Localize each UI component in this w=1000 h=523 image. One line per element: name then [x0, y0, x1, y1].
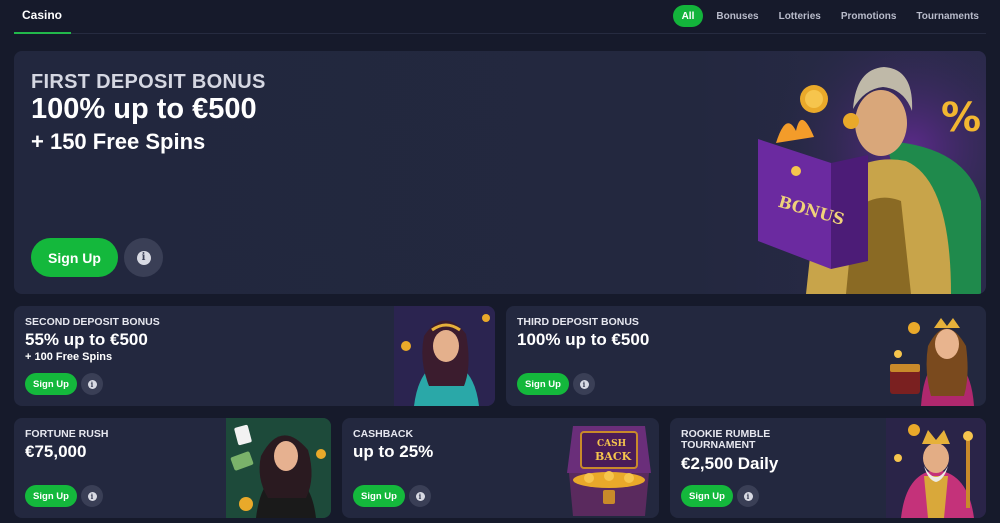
- treasure-chest-illustration: CASH BACK: [567, 426, 651, 516]
- king-illustration: [886, 418, 986, 518]
- fortune-rush-card[interactable]: FORTUNE RUSH €75,000 Sign Up i: [14, 418, 331, 518]
- info-icon: i: [87, 379, 97, 389]
- filter-tabs: All Bonuses Lotteries Promotions Tournam…: [672, 5, 986, 27]
- signup-button[interactable]: Sign Up: [681, 485, 733, 507]
- promo-eyebrow: SECOND DEPOSIT BONUS: [25, 316, 160, 328]
- promo-headline: 100% up to €500: [31, 93, 257, 125]
- tab-lotteries[interactable]: Lotteries: [772, 5, 828, 27]
- sorceress-illustration: [394, 306, 495, 406]
- promo-subline: + 150 Free Spins: [31, 129, 206, 154]
- casino-tab-label: Casino: [22, 8, 63, 22]
- tab-bonuses[interactable]: Bonuses: [709, 5, 765, 27]
- promo-eyebrow: CASHBACK: [353, 428, 414, 440]
- promo-eyebrow: FIRST DEPOSIT BONUS: [31, 71, 266, 93]
- promo-headline: up to 25%: [353, 442, 434, 461]
- tab-all[interactable]: All: [672, 5, 704, 27]
- promo-eyebrow: FORTUNE RUSH: [25, 428, 109, 440]
- casino-tab[interactable]: Casino: [14, 0, 71, 34]
- info-button[interactable]: i: [81, 485, 103, 507]
- cashback-card[interactable]: CASHBACK up to 25% Sign Up i CASH BACK: [342, 418, 659, 518]
- tab-tournaments[interactable]: Tournaments: [909, 5, 986, 27]
- warrior-with-bonus-book-illustration: BONUS %: [736, 51, 986, 294]
- signup-button[interactable]: Sign Up: [25, 485, 77, 507]
- promo-headline: 100% up to €500: [517, 330, 650, 349]
- info-icon: i: [87, 491, 97, 501]
- woman-with-cards-illustration: [226, 418, 331, 518]
- percent-symbol: %: [941, 95, 981, 141]
- promo-eyebrow: ROOKIE RUMBLE TOURNAMENT: [681, 428, 771, 451]
- promo-eyebrow: THIRD DEPOSIT BONUS: [517, 316, 639, 328]
- promo-headline: €2,500 Daily: [681, 454, 779, 473]
- chest-label-back: BACK: [595, 450, 632, 463]
- rookie-rumble-tournament-card[interactable]: ROOKIE RUMBLE TOURNAMENT €2,500 Daily Si…: [670, 418, 986, 518]
- signup-button[interactable]: Sign Up: [517, 373, 569, 395]
- second-deposit-bonus-card[interactable]: SECOND DEPOSIT BONUS 55% up to €500 + 10…: [14, 306, 495, 406]
- promo-headline: €75,000: [25, 442, 87, 461]
- info-button[interactable]: i: [573, 373, 595, 395]
- promo-headline: 55% up to €500: [25, 330, 148, 349]
- tab-promotions[interactable]: Promotions: [834, 5, 904, 27]
- signup-button[interactable]: Sign Up: [25, 373, 77, 395]
- info-icon: i: [136, 250, 151, 265]
- info-icon: i: [415, 491, 425, 501]
- info-icon: i: [579, 379, 589, 389]
- third-deposit-bonus-card[interactable]: THIRD DEPOSIT BONUS 100% up to €500 Sign…: [506, 306, 986, 406]
- info-button[interactable]: i: [81, 373, 103, 395]
- signup-button[interactable]: Sign Up: [31, 238, 118, 277]
- info-icon: i: [743, 491, 753, 501]
- signup-button[interactable]: Sign Up: [353, 485, 405, 507]
- info-button[interactable]: i: [737, 485, 759, 507]
- chest-label-cash: CASH: [597, 439, 627, 449]
- info-button[interactable]: i: [409, 485, 431, 507]
- first-deposit-bonus-card[interactable]: FIRST DEPOSIT BONUS 100% up to €500 + 15…: [14, 51, 986, 294]
- top-navigation: Casino All Bonuses Lotteries Promotions …: [14, 0, 986, 34]
- info-button[interactable]: i: [124, 238, 163, 277]
- queen-with-treasure-illustration: [890, 318, 974, 406]
- promo-subline: + 100 Free Spins: [25, 351, 113, 363]
